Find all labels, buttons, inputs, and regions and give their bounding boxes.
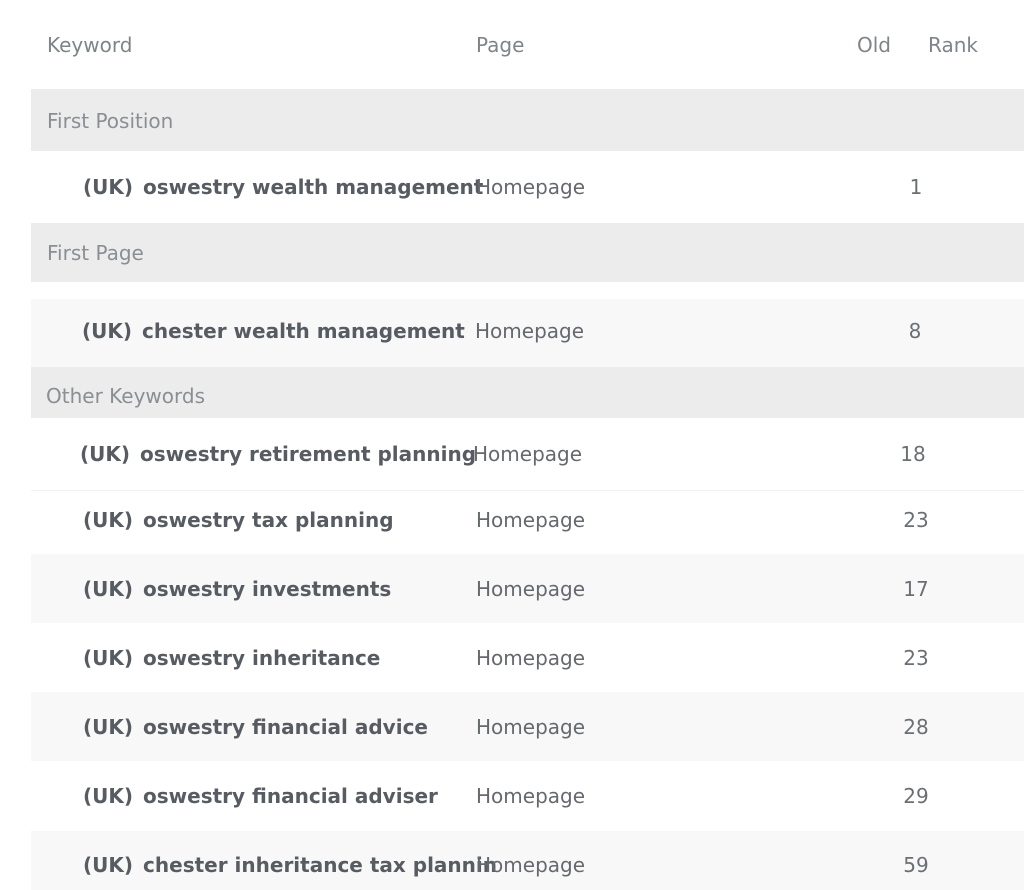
region-label: (UK) (83, 508, 134, 532)
rank-cell: 23 (903, 646, 929, 670)
group-label: First Position (47, 109, 174, 133)
keyword-cell: (UK) oswestry financial advice (83, 715, 428, 739)
keyword-text: oswestry investments (143, 577, 392, 601)
region-label: (UK) (80, 442, 131, 466)
group-header-first-position (31, 89, 1024, 151)
region-label: (UK) (83, 175, 134, 199)
rank-cell: 28 (903, 715, 929, 739)
page-cell: Homepage (476, 715, 586, 739)
keyword-text: oswestry financial adviser (143, 784, 438, 808)
header-old[interactable]: Old (857, 33, 891, 57)
page-cell: Homepage (476, 784, 586, 808)
page-cell: Homepage (473, 442, 583, 466)
region-label: (UK) (82, 319, 133, 343)
keyword-cell: (UK) oswestry inheritance (83, 646, 380, 670)
header-rank[interactable]: Rank (928, 33, 978, 57)
header-keyword[interactable]: Keyword (47, 33, 132, 57)
group-label: Other Keywords (46, 384, 205, 408)
page-cell: Homepage (476, 646, 586, 670)
keyword-cell: (UK) oswestry wealth management (83, 175, 483, 199)
header-page[interactable]: Page (476, 33, 524, 57)
group-header-first-page (31, 223, 1024, 282)
region-label: (UK) (83, 784, 134, 808)
keyword-text: oswestry tax planning (143, 508, 394, 532)
rank-cell: 1 (909, 175, 923, 199)
keyword-text: chester wealth management (142, 319, 465, 343)
rank-cell: 23 (903, 508, 929, 532)
keyword-cell: (UK) oswestry retirement planning (80, 442, 476, 466)
rank-cell: 17 (903, 577, 929, 601)
keyword-cell: (UK) oswestry financial adviser (83, 784, 438, 808)
group-label: First Page (47, 241, 144, 265)
region-label: (UK) (83, 715, 134, 739)
page-cell: Homepage (475, 319, 585, 343)
keyword-cell: (UK) oswestry tax planning (83, 508, 394, 532)
rank-cell: 8 (908, 319, 922, 343)
rank-cell: 18 (900, 442, 926, 466)
keyword-text: oswestry wealth management (143, 175, 484, 199)
keyword-cell: (UK) oswestry investments (83, 577, 391, 601)
keyword-cell: (UK) chester wealth management (82, 319, 465, 343)
page-cell: Homepage (476, 175, 586, 199)
page-cell: Homepage (476, 508, 586, 532)
region-label: (UK) (83, 646, 134, 670)
keyword-cell: (UK) chester inheritance tax plannin (83, 853, 497, 877)
rank-cell: 59 (903, 853, 929, 877)
region-label: (UK) (83, 577, 134, 601)
keyword-text: oswestry retirement planning (140, 442, 477, 466)
region-label: (UK) (83, 853, 134, 877)
keyword-text: chester inheritance tax plannin (143, 853, 497, 877)
page-cell: Homepage (476, 577, 586, 601)
keyword-text: oswestry inheritance (143, 646, 381, 670)
page-cell: Homepage (476, 853, 586, 877)
keyword-text: oswestry financial advice (143, 715, 428, 739)
rank-cell: 29 (903, 784, 929, 808)
